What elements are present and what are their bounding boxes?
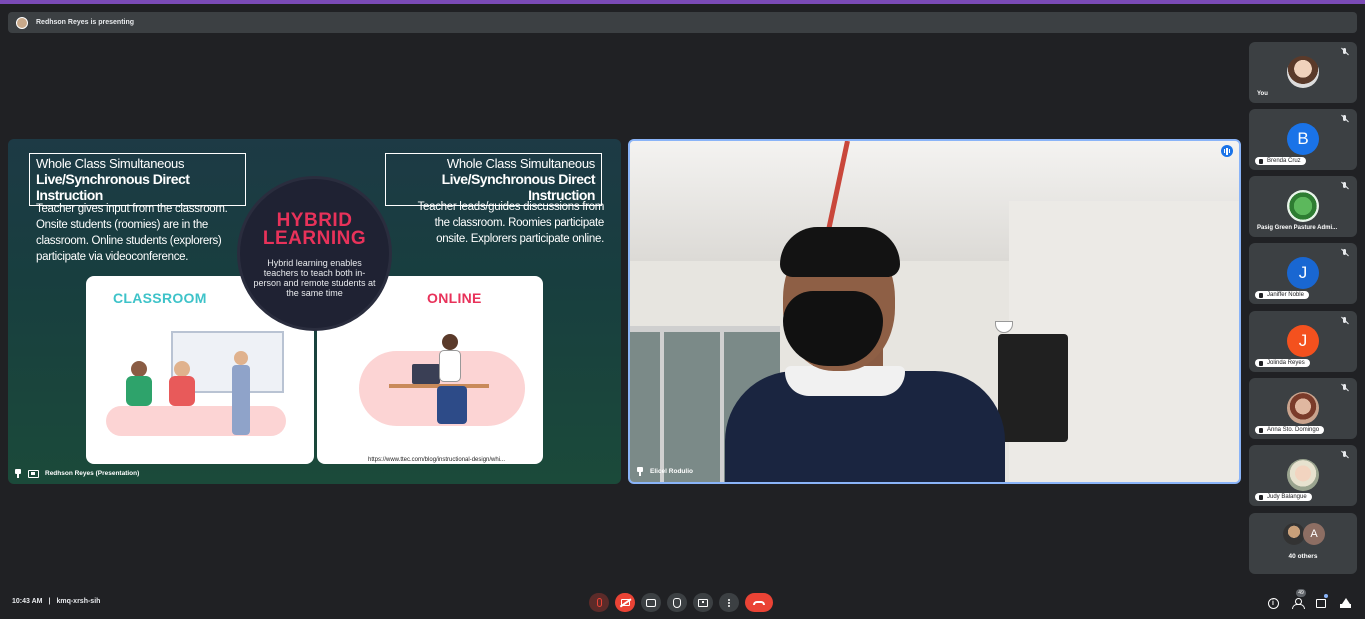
classroom-blob: [106, 406, 286, 436]
avatar: J: [1287, 257, 1319, 289]
speaker-video-tile[interactable]: Elicel Rodulio: [628, 139, 1241, 484]
people-button[interactable]: [1290, 596, 1305, 610]
loudspeaker: [998, 334, 1068, 442]
mic-toggle-button[interactable]: [589, 593, 609, 612]
teacher-head: [234, 351, 248, 365]
activities-button[interactable]: [1338, 596, 1352, 610]
slide-left-heading: Whole Class Simultaneous Live/Synchronou…: [29, 153, 246, 206]
mic-off-icon: [1341, 451, 1349, 459]
mic-off-icon: [596, 598, 602, 607]
raise-hand-button[interactable]: [667, 593, 687, 612]
mic-off-icon: [1341, 317, 1349, 325]
people-count-badge: 49: [1296, 589, 1306, 597]
captions-icon: [646, 598, 656, 607]
online-student-body: [439, 350, 461, 382]
presentation-tile[interactable]: Whole Class Simultaneous Live/Synchronou…: [8, 139, 621, 484]
presenter-avatar: [16, 16, 28, 29]
presenting-text: Redhson Reyes is presenting: [36, 19, 135, 26]
mic-off-icon: [1341, 182, 1349, 190]
avatar: [1287, 392, 1319, 424]
pin-icon[interactable]: [636, 467, 644, 476]
hand-icon: [673, 597, 681, 608]
clock-time: 10:43 AM: [12, 598, 43, 605]
audio-level-icon: [1221, 145, 1233, 157]
avatar: A: [1303, 523, 1325, 545]
participant-tile[interactable]: B Brenda Cruz: [1249, 109, 1357, 170]
slide-left-text: Teacher gives input from the classroom. …: [36, 203, 228, 263]
student-body-1: [126, 376, 152, 406]
participant-tile[interactable]: Judy Balangue: [1249, 445, 1357, 506]
presentation-label: Redhson Reyes (Presentation): [14, 469, 139, 478]
top-accent-bar: [0, 0, 1365, 4]
more-vert-icon: [728, 601, 730, 604]
chat-notification-dot: [1324, 594, 1328, 598]
present-screen-icon: [28, 469, 39, 478]
avatar: [1287, 459, 1319, 491]
participant-tile[interactable]: Anna Sto. Domingo: [1249, 378, 1357, 439]
meeting-details: 10:43 AM | kmq-xrsh-sih: [12, 598, 100, 605]
others-tile[interactable]: A 40 others: [1249, 513, 1357, 574]
mic-off-icon: [1341, 48, 1349, 56]
participant-tile-you[interactable]: You: [1249, 42, 1357, 103]
present-icon: [698, 598, 708, 607]
chat-icon: [1316, 598, 1326, 608]
classroom-title: CLASSROOM: [113, 290, 207, 306]
online-student-head: [442, 334, 458, 350]
student-body-2: [169, 376, 195, 406]
avatar: [1287, 56, 1319, 88]
others-count: 40 others: [1288, 553, 1318, 560]
more-options-button[interactable]: [719, 593, 739, 612]
meeting-code[interactable]: kmq-xrsh-sih: [56, 598, 100, 605]
separator: |: [48, 598, 51, 605]
speaker-label: Elicel Rodulio: [636, 467, 693, 476]
avatar: J: [1287, 325, 1319, 357]
end-call-icon: [753, 600, 765, 605]
info-icon: i: [1267, 597, 1279, 609]
slide-right-text: Teacher leads/guides discussions from th…: [417, 201, 605, 245]
online-student-legs: [437, 386, 467, 424]
student-head-2: [174, 361, 190, 377]
captions-button[interactable]: [641, 593, 661, 612]
chat-button[interactable]: [1314, 596, 1328, 610]
people-icon: [1291, 598, 1305, 609]
participant-tile[interactable]: Pasig Green Pasture Admi...: [1249, 176, 1357, 237]
avatar: [1283, 523, 1305, 545]
pin-icon[interactable]: [14, 469, 22, 478]
participant-tile[interactable]: J Janiffer Noble: [1249, 243, 1357, 304]
meeting-details-button[interactable]: i: [1266, 596, 1280, 610]
mic-off-icon: [1341, 115, 1349, 123]
camera-toggle-button[interactable]: [615, 593, 635, 612]
presenting-banner: Redhson Reyes is presenting: [8, 12, 1357, 33]
avatar: B: [1287, 123, 1319, 155]
leave-call-button[interactable]: [745, 593, 773, 612]
present-now-button[interactable]: [693, 593, 713, 612]
hybrid-learning-circle: HYBRID LEARNING Hybrid learning enables …: [237, 176, 392, 331]
camera-off-icon: [620, 599, 630, 606]
online-title: ONLINE: [427, 290, 482, 306]
activities-icon: [1339, 598, 1351, 608]
participant-tile[interactable]: J Jolinda Reyes: [1249, 311, 1357, 372]
mic-off-icon: [1341, 249, 1349, 257]
avatar: [1287, 190, 1319, 222]
teacher-body: [232, 365, 250, 435]
laptop-illustration: [412, 364, 440, 384]
slide-url: https://www.ttec.com/blog/instructional-…: [368, 457, 506, 463]
student-head-1: [131, 361, 147, 377]
mic-off-icon: [1341, 384, 1349, 392]
person-hair: [780, 227, 900, 277]
